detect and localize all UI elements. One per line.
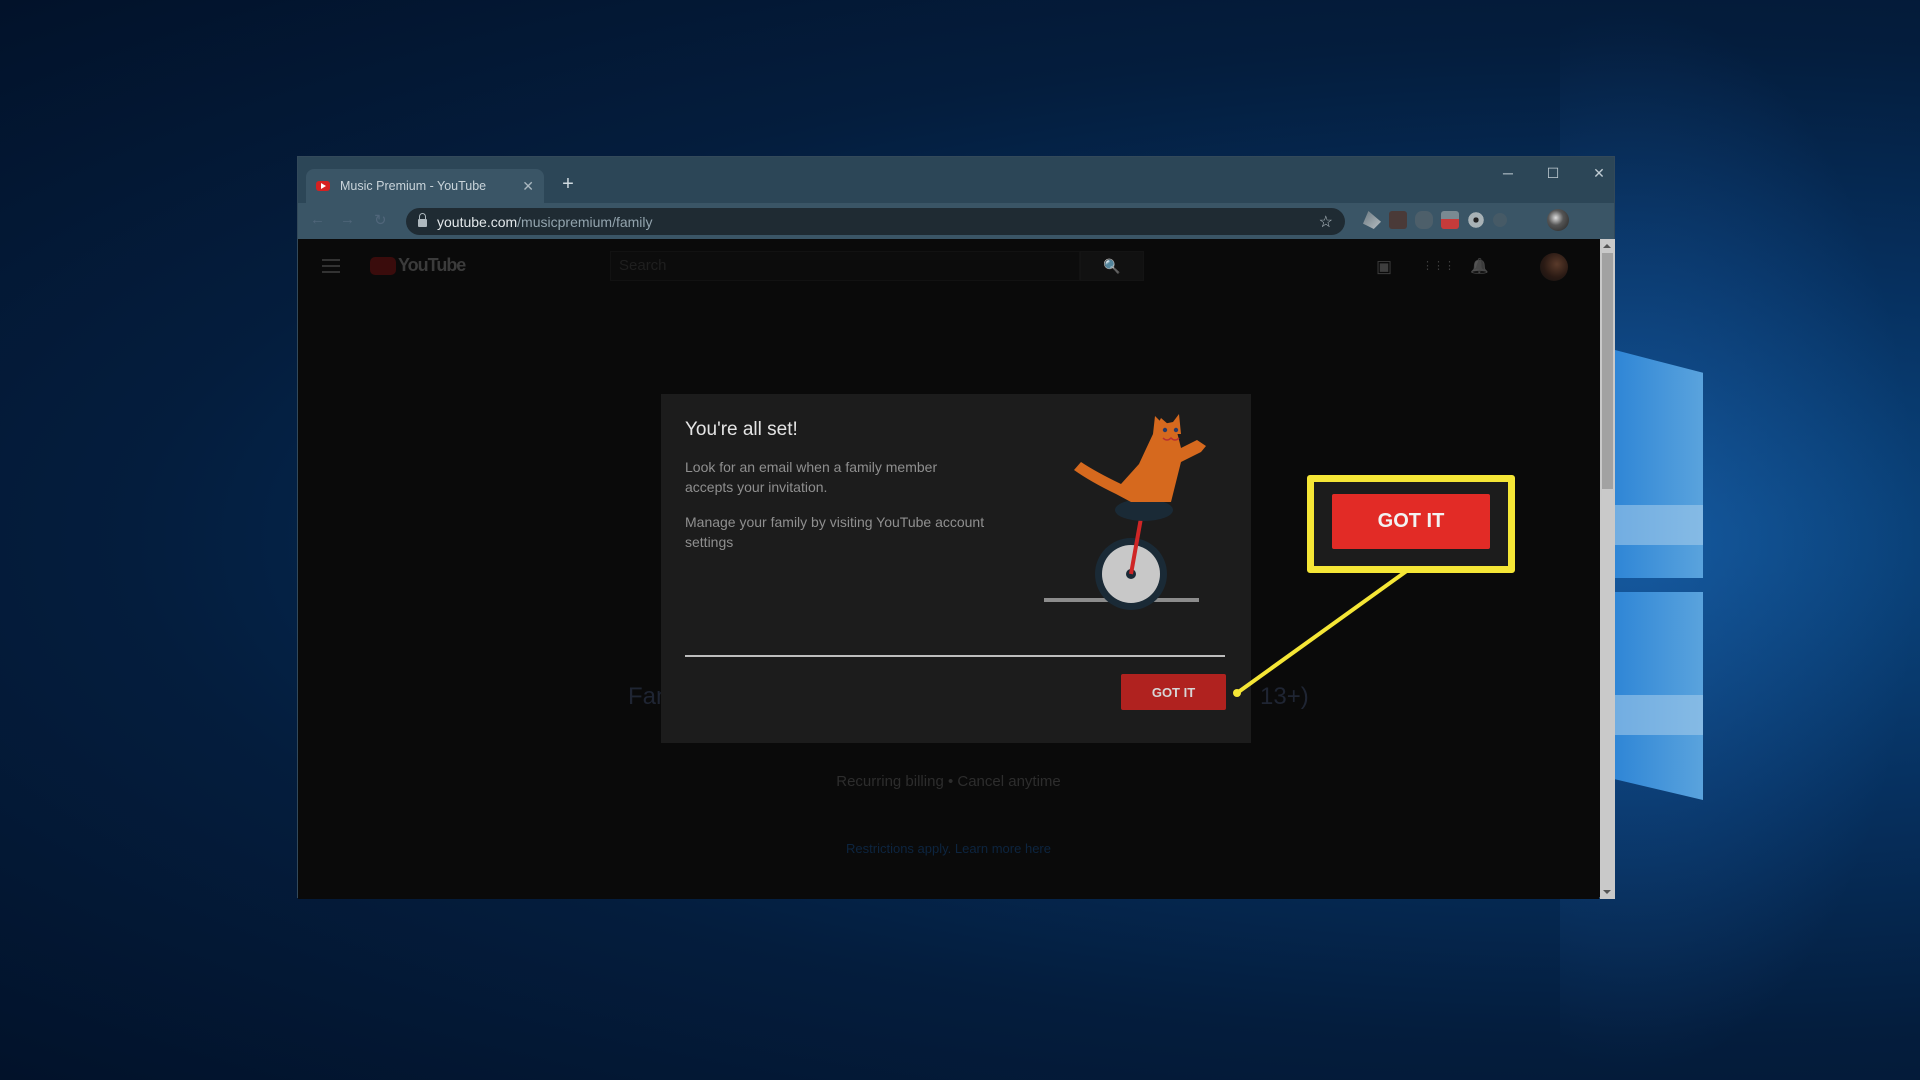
apps-grid-icon[interactable]: ⋮⋮⋮ xyxy=(1422,259,1455,272)
restrictions-link[interactable]: Restrictions apply. Learn more here xyxy=(298,841,1599,856)
unicycle-seat xyxy=(1115,499,1173,521)
ublock-origin-icon[interactable] xyxy=(1415,211,1433,229)
hamburger-menu-icon[interactable] xyxy=(322,259,340,273)
callout-got-it-button-enlarged: GOT IT xyxy=(1332,494,1490,549)
browser-tab[interactable]: Music Premium - YouTube ✕ xyxy=(306,169,544,203)
dialog-title: You're all set! xyxy=(685,419,798,440)
got-it-button[interactable]: GOT IT xyxy=(1121,674,1226,710)
extension-folder-icon[interactable] xyxy=(1441,211,1459,229)
tab-title: Music Premium - YouTube xyxy=(340,179,487,193)
youtube-logo-text: YouTube xyxy=(398,255,466,275)
youtube-header: YouTube Search 🔍 ▣ ⋮⋮⋮ 🔔 xyxy=(298,239,1599,295)
url-host: youtube.com xyxy=(437,213,518,230)
callout-highlight-box: GOT IT xyxy=(1307,475,1515,573)
tab-close-icon[interactable]: ✕ xyxy=(522,178,534,195)
page-scrollbar[interactable] xyxy=(1600,239,1615,899)
youtube-favicon-icon xyxy=(316,181,330,191)
background-heading-right: 13+) xyxy=(1260,683,1309,710)
browser-profile-avatar[interactable] xyxy=(1547,209,1569,231)
scroll-up-arrow-icon[interactable] xyxy=(1603,244,1611,248)
extension-bird-icon[interactable] xyxy=(1363,211,1381,229)
youtube-account-avatar[interactable] xyxy=(1540,253,1568,281)
back-button[interactable]: ← xyxy=(310,211,325,228)
cat-eye xyxy=(1162,427,1168,433)
url-path: /musicpremium/family xyxy=(517,213,653,230)
search-icon[interactable]: 🔍 xyxy=(1080,251,1144,281)
cat-on-unicycle-illustration xyxy=(1044,414,1206,610)
bookmark-star-icon[interactable]: ☆ xyxy=(1319,212,1333,232)
extension-image-icon[interactable] xyxy=(1389,211,1407,229)
forward-button[interactable]: → xyxy=(340,211,355,228)
create-video-icon[interactable]: ▣ xyxy=(1376,257,1392,277)
billing-info-text: Recurring billing • Cancel anytime xyxy=(836,773,1061,790)
browser-titlebar: Music Premium - YouTube ✕ + ─ ☐ ✕ xyxy=(298,157,1614,203)
cat-body xyxy=(1074,418,1206,502)
youtube-logo[interactable]: YouTube xyxy=(370,255,466,276)
reload-button[interactable]: ↻ xyxy=(374,211,387,229)
windows-logo-light-band xyxy=(1615,695,1703,735)
browser-toolbar: ← → ↻ youtube.com /musicpremium/family ☆ xyxy=(298,203,1614,239)
extension-generic-icon[interactable] xyxy=(1493,213,1507,227)
minimize-button[interactable]: ─ xyxy=(1493,165,1523,181)
youtube-play-logo-icon xyxy=(370,256,396,275)
youtube-search-input[interactable]: Search xyxy=(610,251,1080,281)
dialog-paragraph-email: Look for an email when a family member a… xyxy=(685,459,938,495)
extension-film-reel-icon[interactable] xyxy=(1467,211,1485,229)
maximize-button[interactable]: ☐ xyxy=(1538,165,1568,182)
scroll-down-arrow-icon[interactable] xyxy=(1603,890,1611,894)
scrollbar-thumb[interactable] xyxy=(1602,253,1613,489)
dialog-paragraph-manage: Manage your family by visiting YouTube a… xyxy=(685,514,985,550)
windows-logo-light-band xyxy=(1615,505,1703,545)
family-invite-confirmation-dialog: You're all set! Look for an email when a… xyxy=(661,394,1251,743)
lock-icon[interactable] xyxy=(418,213,427,227)
new-tab-button[interactable]: + xyxy=(556,173,580,197)
address-bar[interactable]: youtube.com /musicpremium/family ☆ xyxy=(406,208,1345,235)
notifications-bell-icon[interactable]: 🔔 xyxy=(1470,257,1489,275)
close-window-button[interactable]: ✕ xyxy=(1584,165,1614,182)
dialog-divider xyxy=(685,655,1225,657)
windows-logo-wallpaper xyxy=(1615,330,1705,800)
cat-eye xyxy=(1173,427,1179,433)
